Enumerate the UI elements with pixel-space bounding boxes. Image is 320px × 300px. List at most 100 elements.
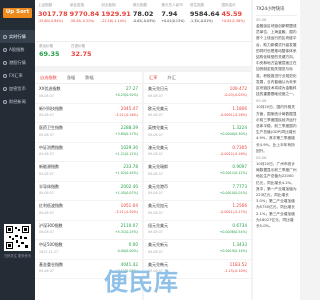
- market-stats: 上证指数 3017.78 -25.60(-0.84%) 深证成指 9770.84 -30…: [35, 0, 251, 41]
- item-price: 0.00: [128, 242, 138, 247]
- logo-text: Up Sort: [2, 8, 33, 18]
- news-time: 09-08: [256, 18, 267, 22]
- news-text[interactable]: 10月20日，广州市统计局数据显示前三季度广州地区生产总值为22000亿元，同比…: [256, 161, 297, 229]
- list-item[interactable]: 欧元兑美元 09-08 07 1.1806 -0.0031(-0.26%): [144, 104, 251, 123]
- item-change: +1.21(0.12%): [114, 151, 138, 156]
- tab-losers[interactable]: 跌幅: [85, 75, 93, 81]
- item-name: XX优选指数: [39, 86, 61, 91]
- stat-value: 9770.84: [69, 10, 100, 18]
- tab-gainers[interactable]: 涨幅: [67, 75, 75, 81]
- item-change: 0.00(0.00%): [117, 249, 138, 253]
- sidebar-item-fx[interactable]: FX汇率: [0, 69, 35, 82]
- tab-rates[interactable]: 汇率: [149, 75, 157, 81]
- qr-caption: 扫码关注 更多资讯: [4, 254, 31, 258]
- stat-item[interactable]: 白银价格 32.75: [71, 44, 103, 66]
- list-item[interactable]: 医药卫生指数 09-08 07 2288.39 +3.80(0.17%): [35, 123, 142, 143]
- stat-value: 45.59: [221, 10, 243, 18]
- item-change: +0.0036(0.54%): [219, 229, 247, 234]
- list-item[interactable]: 美元兑港币 09-08 07 7.7773 +0.0010(0.01%): [144, 182, 251, 201]
- item-change: -1.15(-0.10%): [224, 268, 247, 273]
- item-price: 1.2566: [232, 203, 247, 208]
- fx-tabs: 汇率 外汇: [144, 72, 251, 84]
- list-item[interactable]: 中证消费指数 09-08 07 1029.30 +1.21(0.12%): [35, 143, 142, 162]
- list-item[interactable]: 美元兑新元 09-08 07 1.3433 +0.0019(0.14%): [144, 240, 251, 260]
- item-price: 2288.39: [120, 125, 138, 130]
- list-item[interactable]: 美元兑日元 09-08 07 109.472 -0.03(-0.03%): [144, 84, 251, 104]
- tab-forex[interactable]: 外汇: [167, 75, 175, 81]
- list-item[interactable]: 澳元兑美元 09-08 07 0.7305 -0.0012(-0.16%): [144, 143, 251, 162]
- sidebar-item-label: FX汇率: [9, 72, 23, 78]
- news-panel: 7X24小时快讯 09-08 金融街区块链创新联盟成员单位、上海金融、国内首个上…: [253, 0, 300, 300]
- logo[interactable]: Up Sort: [0, 0, 35, 26]
- chart-icon: [3, 34, 7, 39]
- stat-change: -22.16(-1.14%): [101, 19, 127, 23]
- list-item[interactable]: 红利低波指数 09-08 07 1051.04 -3.21(-0.30%): [35, 201, 142, 221]
- hk-icon: [3, 60, 7, 65]
- stat-item[interactable]: 原油价格 69.35: [39, 44, 71, 66]
- tab-watchlist[interactable]: 自选指数: [40, 75, 57, 81]
- news-text[interactable]: 金融街区块链创新联盟成员单位、上海金融、国内首个上线运行的区块链平台，助力新模式…: [256, 23, 297, 97]
- fx-list: 美元兑日元 09-08 07 109.472 -0.03(-0.03%) 欧元兑美元 09…: [144, 84, 251, 279]
- stat-value: 32.75: [71, 50, 92, 58]
- list-item[interactable]: 沪深300指数 09-08 07 2110.07 +5.31(0.25%): [35, 221, 142, 240]
- list-item[interactable]: 美元兑加元 09-08 07 1.2566 -0.0021(-0.17%): [144, 201, 251, 221]
- stat-item[interactable]: 国际金价 45.59 +0.61(1.36%): [220, 3, 249, 41]
- item-price: 1051.04: [120, 203, 138, 208]
- index-tabs: 自选指数 涨幅 跌幅: [35, 72, 142, 84]
- item-change: -0.0012(-0.16%): [220, 151, 247, 156]
- stat-change: +0.61(1.36%): [221, 19, 245, 23]
- item-change: -3.21(-0.16%): [115, 112, 138, 117]
- item-price: 1.1806: [232, 105, 247, 111]
- stat-item[interactable]: 创业板指 1929.91 -22.16(-1.14%): [100, 3, 132, 41]
- stat-item[interactable]: 上证指数 3017.78 -25.60(-0.84%): [37, 3, 69, 41]
- stat-item[interactable]: 恒生指数 9584.64 -1.32(-0.01%): [189, 3, 221, 41]
- stat-change: -1.32(-0.01%): [189, 19, 213, 23]
- sidebar-item-crypto[interactable]: 加密货币: [0, 82, 35, 95]
- news-text[interactable]: 10月20日，国内外相关方面，国家统计局数据显示前三季度国民经济运行总体平稳，前…: [256, 104, 297, 154]
- list-item[interactable]: 英镑兑美元 09-08 07 1.3224 +0.0040(0.30%): [144, 123, 251, 143]
- sidebar-item-realtime[interactable]: 实时行情: [0, 30, 35, 43]
- sidebar-item-news[interactable]: 财经新闻: [0, 95, 35, 108]
- item-change: +0.0019(0.14%): [219, 249, 247, 253]
- stat-label: 恒生指数: [189, 3, 205, 7]
- sidebar-item-label: 财经新闻: [9, 98, 26, 104]
- item-change: +1.02(0.44%): [114, 171, 138, 175]
- item-price: 2045.47: [120, 105, 138, 111]
- stat-value: 3017.78: [38, 10, 68, 18]
- list-item[interactable]: 纽元兑美元 09-08 07 0.6734 +0.0036(0.54%): [144, 221, 251, 240]
- list-item[interactable]: 半导体指数 09-08 07 2002.40 +1.45(0.07%): [35, 182, 142, 201]
- item-price: 2002.40: [120, 183, 138, 189]
- item-price: 233.78: [123, 164, 138, 169]
- list-item[interactable]: 新兴科技指数 09-08 07 2045.47 -3.21(-0.16%): [35, 104, 142, 123]
- stat-change: +0.01(0.13%): [161, 19, 185, 23]
- item-change: -0.0021(-0.17%): [220, 210, 247, 214]
- stat-value: 1929.91: [101, 10, 131, 18]
- sidebar-item-label: 实时行情: [9, 33, 26, 39]
- item-price: 0.9097: [232, 164, 247, 169]
- sidebar-item-label: 港股行情: [9, 59, 26, 65]
- list-item[interactable]: 美元兑瑞郎 09-08 07 0.9097 +0.0011(0.12%): [144, 162, 251, 182]
- list-item[interactable]: 中证500指数 2023-11-27 0.00 0.00(0.00%): [35, 240, 142, 260]
- list-item[interactable]: 新能源指数 09-08 07 233.78 +1.02(0.44%): [35, 162, 142, 182]
- sidebar-item-hk[interactable]: 港股行情: [0, 56, 35, 69]
- item-change: +3.80(0.17%): [114, 132, 138, 136]
- stat-item[interactable]: 美元指数 78.02 -0.02(-0.03%): [132, 3, 161, 41]
- item-price: 27.27: [126, 86, 138, 91]
- sidebar-item-a-shares[interactable]: A股指数: [0, 43, 35, 56]
- stat-label: 美元兑人民币: [161, 3, 183, 7]
- stat-item[interactable]: 美元兑人民币 7.94 +0.01(0.13%): [160, 3, 189, 41]
- list-item[interactable]: XX优选指数 09-08 07 27.27 +0.25(0.92%): [35, 84, 142, 104]
- stat-label: 白银价格: [71, 44, 85, 48]
- stat-label: 原油价格: [39, 44, 53, 48]
- stat-change: -0.02(-0.03%): [132, 19, 156, 23]
- stat-item[interactable]: 深证成指 9770.84 -30.45(-0.31%): [69, 3, 101, 41]
- item-price: 1029.30: [120, 144, 138, 150]
- item-change: -0.03(-0.03%): [224, 93, 247, 97]
- main-content: 上证指数 3017.78 -25.60(-0.84%) 深证成指 9770.84 -30…: [35, 0, 251, 300]
- watermark: 便民库: [104, 268, 179, 296]
- stat-label: 创业板指: [101, 3, 116, 7]
- item-price: 0.6734: [232, 222, 247, 228]
- item-change: +1.45(0.07%): [114, 190, 138, 195]
- stat-value: 7.94: [161, 10, 178, 18]
- item-change: -0.0031(-0.26%): [220, 112, 247, 117]
